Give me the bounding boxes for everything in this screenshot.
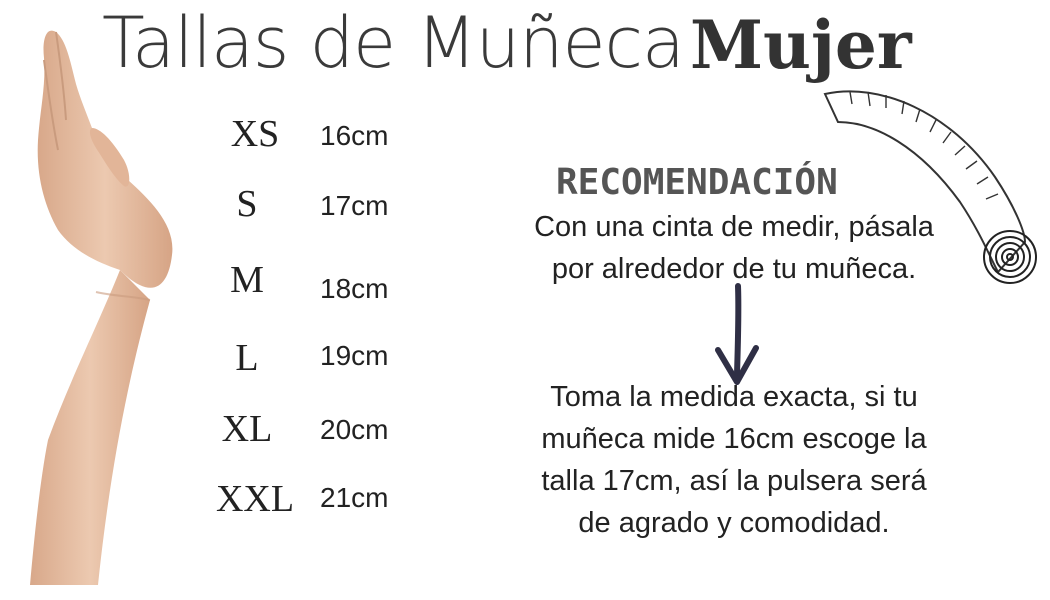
instruction-line: talla 17cm, así la pulsera será — [541, 465, 927, 497]
recommendation-line: Con una cinta de medir, pásala — [534, 211, 934, 243]
instruction-line: de agrado y comodidad. — [578, 507, 890, 539]
size-label: L — [235, 337, 259, 379]
size-label: XXL — [215, 478, 295, 520]
page-title-highlight: Mujer — [690, 6, 912, 84]
size-value: 21cm — [320, 482, 389, 513]
instruction-line: Toma la medida exacta, si tu — [550, 381, 918, 413]
size-value: 18cm — [320, 273, 389, 304]
size-label: M — [230, 259, 264, 301]
size-value: 19cm — [320, 340, 389, 371]
size-label: S — [236, 183, 258, 225]
size-value: 20cm — [320, 414, 389, 445]
size-value: 17cm — [320, 190, 389, 221]
size-label: XS — [230, 113, 280, 155]
recommendation-text: Con una cinta de medir, pásala por alred… — [488, 206, 980, 290]
arm-hand-image — [30, 30, 173, 585]
measurement-instructions: Toma la medida exacta, si tu muñeca mide… — [488, 376, 980, 544]
page-title: Tallas de Muñeca — [102, 2, 685, 84]
recommendation-title: RECOMENDACIÓN — [556, 162, 838, 203]
size-value: 16cm — [320, 120, 389, 151]
instruction-line: muñeca mide 16cm escoge la — [541, 423, 927, 455]
size-label: XL — [221, 408, 273, 450]
